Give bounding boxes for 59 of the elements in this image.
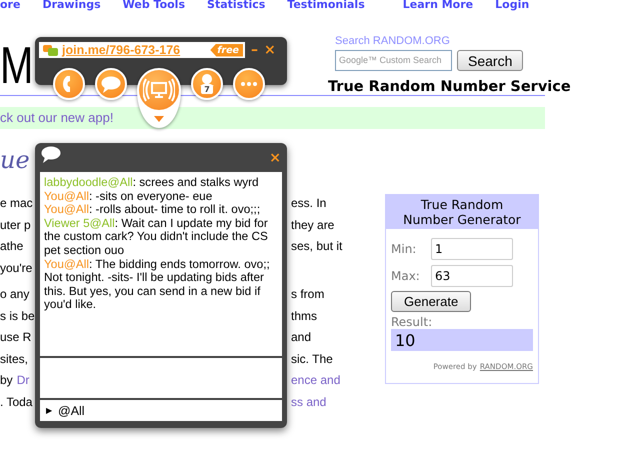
message-input[interactable] [40, 358, 282, 398]
paragraph-fragment: by [0, 372, 13, 389]
nav-link[interactable]: Login [495, 0, 530, 12]
minimize-button[interactable]: – [251, 42, 258, 58]
chat-message: You@All: -sits on everyone- eue [44, 190, 214, 204]
paragraph-fragment: o any [0, 286, 30, 303]
close-button[interactable]: × [269, 150, 281, 166]
tagline: True Random Number Service [328, 79, 571, 95]
paragraph-fragment: sites, [0, 350, 28, 368]
field-label: Min: [391, 242, 418, 256]
field-label: Max: [391, 268, 421, 282]
free-badge: free [210, 44, 243, 56]
number-field[interactable]: 1 [431, 238, 513, 260]
result-value: 10 [391, 329, 533, 351]
nav-link[interactable]: Statistics [207, 0, 266, 12]
nav-link[interactable]: Web Tools [122, 0, 186, 12]
chat-message: labbydoodle@All: screes and stalks wyrd [44, 176, 260, 190]
recipient-selector[interactable]: ▶ @All [40, 400, 282, 421]
speech-bubble-icon [41, 146, 61, 163]
result-label: Result: [391, 315, 434, 329]
paragraph-fragment: and [291, 329, 312, 346]
paragraph-fragment: e mac [0, 195, 33, 212]
chat-bubbles-icon [43, 44, 58, 56]
paragraph-fragment: s from [291, 286, 324, 303]
text-link[interactable]: ence and [291, 370, 340, 392]
paragraph-fragment: use R [0, 329, 32, 346]
paragraph-fragment: thms [291, 308, 318, 324]
text-link[interactable]: Dr [16, 370, 30, 392]
more-icon [241, 82, 257, 86]
page-heading: ue [0, 145, 30, 175]
paragraph-fragment: . Toda [0, 394, 32, 410]
chat-message: Viewer 5@All: Wait can I update my bid for the custom cark? You didn't include the CS pet section ouo [44, 216, 269, 258]
paragraph-fragment: s is be [0, 308, 35, 324]
paragraph-fragment: athe [0, 238, 24, 255]
screen-share-icon [143, 78, 175, 102]
speech-bubble-icon [101, 76, 121, 92]
generate-button[interactable]: Generate [391, 291, 472, 312]
number-field[interactable]: 63 [431, 264, 513, 286]
text-link[interactable]: ss and [291, 392, 326, 413]
paragraph-fragment: ses, but it [291, 238, 342, 255]
paragraph-fragment: ess. In [291, 195, 326, 212]
paragraph-fragment: uter p [0, 216, 31, 234]
nav-link[interactable]: Testimonials [287, 0, 365, 12]
paragraph-fragment: they are [291, 216, 334, 234]
nav-link[interactable]: ore [0, 0, 20, 12]
nav-link[interactable]: Learn More [402, 0, 474, 12]
search-button[interactable]: Search [457, 50, 524, 71]
chat-message: You@All: The bidding ends tomorrow. ovo;; Not tonight. -sits- I'll be updating bids after this. But yes, you can send in a new bid if you'd like. [44, 258, 271, 312]
close-button[interactable]: × [264, 42, 276, 58]
search-label: Search RANDOM.ORG [335, 35, 451, 48]
person-icon [199, 74, 215, 86]
paragraph-fragment: you're [0, 260, 32, 276]
paragraph-fragment: sic. The [291, 350, 333, 368]
nav-link[interactable]: Drawings [42, 0, 101, 12]
announcement-banner[interactable]: ck out our new app! [0, 107, 545, 129]
logo-text: M [0, 40, 34, 92]
generator-title: True Random Number Generator [386, 195, 538, 229]
count-badge: 7 [201, 85, 213, 94]
chat-message: You@All: -rolls about- time to roll it. ovo;;; [44, 203, 262, 217]
